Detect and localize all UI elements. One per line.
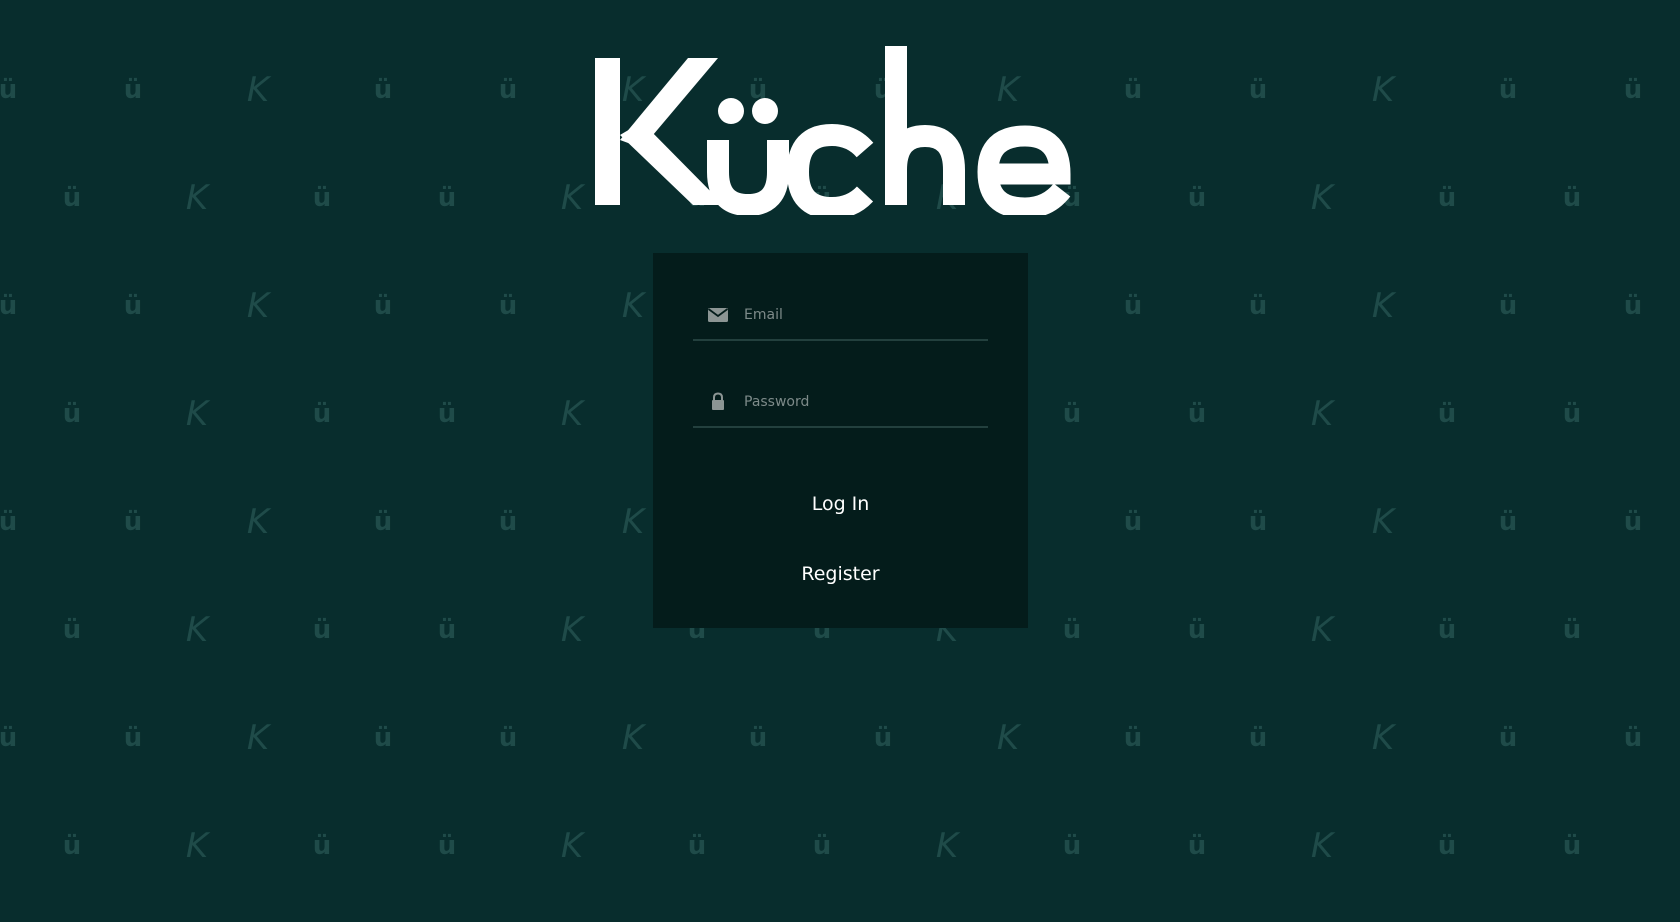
pattern-u-glyph: ü: [312, 399, 332, 429]
pattern-u-glyph: ü: [373, 507, 393, 537]
pattern-u-glyph: ü: [1498, 723, 1518, 753]
pattern-u-glyph: ü: [1437, 615, 1457, 645]
pattern-k-glyph: K: [1371, 502, 1395, 542]
pattern-u-glyph: ü: [62, 399, 82, 429]
pattern-k-glyph: K: [560, 610, 584, 650]
pattern-u-glyph: ü: [1437, 183, 1457, 213]
password-input[interactable]: [744, 386, 980, 418]
pattern-u-glyph: ü: [1562, 399, 1582, 429]
pattern-k-glyph: K: [1371, 718, 1395, 758]
pattern-k-glyph: K: [246, 70, 270, 110]
pattern-u-glyph: ü: [0, 507, 18, 537]
pattern-u-glyph: ü: [1248, 723, 1268, 753]
email-input[interactable]: [744, 299, 980, 331]
pattern-k-glyph: K: [185, 826, 209, 866]
pattern-u-glyph: ü: [1437, 399, 1457, 429]
pattern-u-glyph: ü: [1623, 507, 1643, 537]
pattern-k-glyph: K: [185, 178, 209, 218]
pattern-u-glyph: ü: [1187, 615, 1207, 645]
pattern-u-glyph: ü: [62, 183, 82, 213]
pattern-k-glyph: K: [560, 826, 584, 866]
pattern-k-glyph: K: [1310, 178, 1334, 218]
pattern-k-glyph: K: [246, 718, 270, 758]
pattern-u-glyph: ü: [123, 507, 143, 537]
pattern-u-glyph: ü: [373, 723, 393, 753]
pattern-u-glyph: ü: [498, 291, 518, 321]
pattern-u-glyph: ü: [687, 831, 707, 861]
pattern-u-glyph: ü: [1248, 291, 1268, 321]
pattern-u-glyph: ü: [1437, 831, 1457, 861]
pattern-k-glyph: K: [246, 286, 270, 326]
pattern-u-glyph: ü: [1187, 399, 1207, 429]
pattern-k-glyph: K: [1310, 826, 1334, 866]
pattern-k-glyph: K: [996, 718, 1020, 758]
pattern-u-glyph: ü: [1623, 723, 1643, 753]
pattern-u-glyph: ü: [498, 507, 518, 537]
pattern-k-glyph: K: [621, 502, 645, 542]
pattern-u-glyph: ü: [123, 291, 143, 321]
pattern-u-glyph: ü: [1187, 183, 1207, 213]
pattern-u-glyph: ü: [373, 75, 393, 105]
pattern-u-glyph: ü: [0, 75, 18, 105]
pattern-u-glyph: ü: [1562, 183, 1582, 213]
pattern-u-glyph: ü: [498, 723, 518, 753]
pattern-u-glyph: ü: [1562, 615, 1582, 645]
pattern-u-glyph: ü: [1062, 615, 1082, 645]
pattern-u-glyph: ü: [1062, 399, 1082, 429]
pattern-k-glyph: K: [185, 610, 209, 650]
pattern-k-glyph: K: [185, 394, 209, 434]
pattern-u-glyph: ü: [748, 723, 768, 753]
password-field-container: [693, 380, 988, 428]
pattern-k-glyph: K: [560, 178, 584, 218]
pattern-u-glyph: ü: [873, 723, 893, 753]
pattern-u-glyph: ü: [437, 183, 457, 213]
pattern-k-glyph: K: [1371, 286, 1395, 326]
pattern-u-glyph: ü: [1498, 291, 1518, 321]
pattern-u-glyph: ü: [0, 723, 18, 753]
pattern-k-glyph: K: [246, 502, 270, 542]
pattern-u-glyph: ü: [1062, 831, 1082, 861]
pattern-u-glyph: ü: [312, 831, 332, 861]
pattern-u-glyph: ü: [123, 723, 143, 753]
pattern-k-glyph: K: [935, 826, 959, 866]
pattern-u-glyph: ü: [1123, 75, 1143, 105]
pattern-u-glyph: ü: [437, 615, 457, 645]
pattern-u-glyph: ü: [437, 831, 457, 861]
pattern-u-glyph: ü: [62, 831, 82, 861]
pattern-u-glyph: ü: [1623, 75, 1643, 105]
pattern-u-glyph: ü: [1187, 831, 1207, 861]
pattern-u-glyph: ü: [812, 831, 832, 861]
login-card: Log In Register: [653, 253, 1028, 628]
pattern-u-glyph: ü: [1498, 75, 1518, 105]
pattern-k-glyph: K: [1310, 610, 1334, 650]
pattern-u-glyph: ü: [1248, 507, 1268, 537]
pattern-u-glyph: ü: [312, 615, 332, 645]
pattern-k-glyph: K: [1310, 394, 1334, 434]
lock-icon: [706, 390, 730, 414]
kuche-logo-wordmark: [595, 46, 1071, 215]
pattern-u-glyph: ü: [1123, 291, 1143, 321]
email-field-container: [693, 293, 988, 341]
envelope-icon: [706, 303, 730, 327]
pattern-u-glyph: ü: [0, 291, 18, 321]
pattern-u-glyph: ü: [1623, 291, 1643, 321]
pattern-u-glyph: ü: [312, 183, 332, 213]
login-button[interactable]: Log In: [653, 487, 1028, 521]
pattern-u-glyph: ü: [373, 291, 393, 321]
app-logo: [590, 40, 1090, 215]
pattern-u-glyph: ü: [123, 75, 143, 105]
pattern-k-glyph: K: [621, 286, 645, 326]
pattern-k-glyph: K: [560, 394, 584, 434]
pattern-u-glyph: ü: [1498, 507, 1518, 537]
pattern-u-glyph: ü: [437, 399, 457, 429]
pattern-u-glyph: ü: [1248, 75, 1268, 105]
pattern-u-glyph: ü: [1562, 831, 1582, 861]
register-button[interactable]: Register: [653, 557, 1028, 591]
pattern-u-glyph: ü: [1123, 507, 1143, 537]
pattern-u-glyph: ü: [498, 75, 518, 105]
pattern-k-glyph: K: [1371, 70, 1395, 110]
pattern-k-glyph: K: [621, 718, 645, 758]
pattern-u-glyph: ü: [1123, 723, 1143, 753]
pattern-u-glyph: ü: [62, 615, 82, 645]
